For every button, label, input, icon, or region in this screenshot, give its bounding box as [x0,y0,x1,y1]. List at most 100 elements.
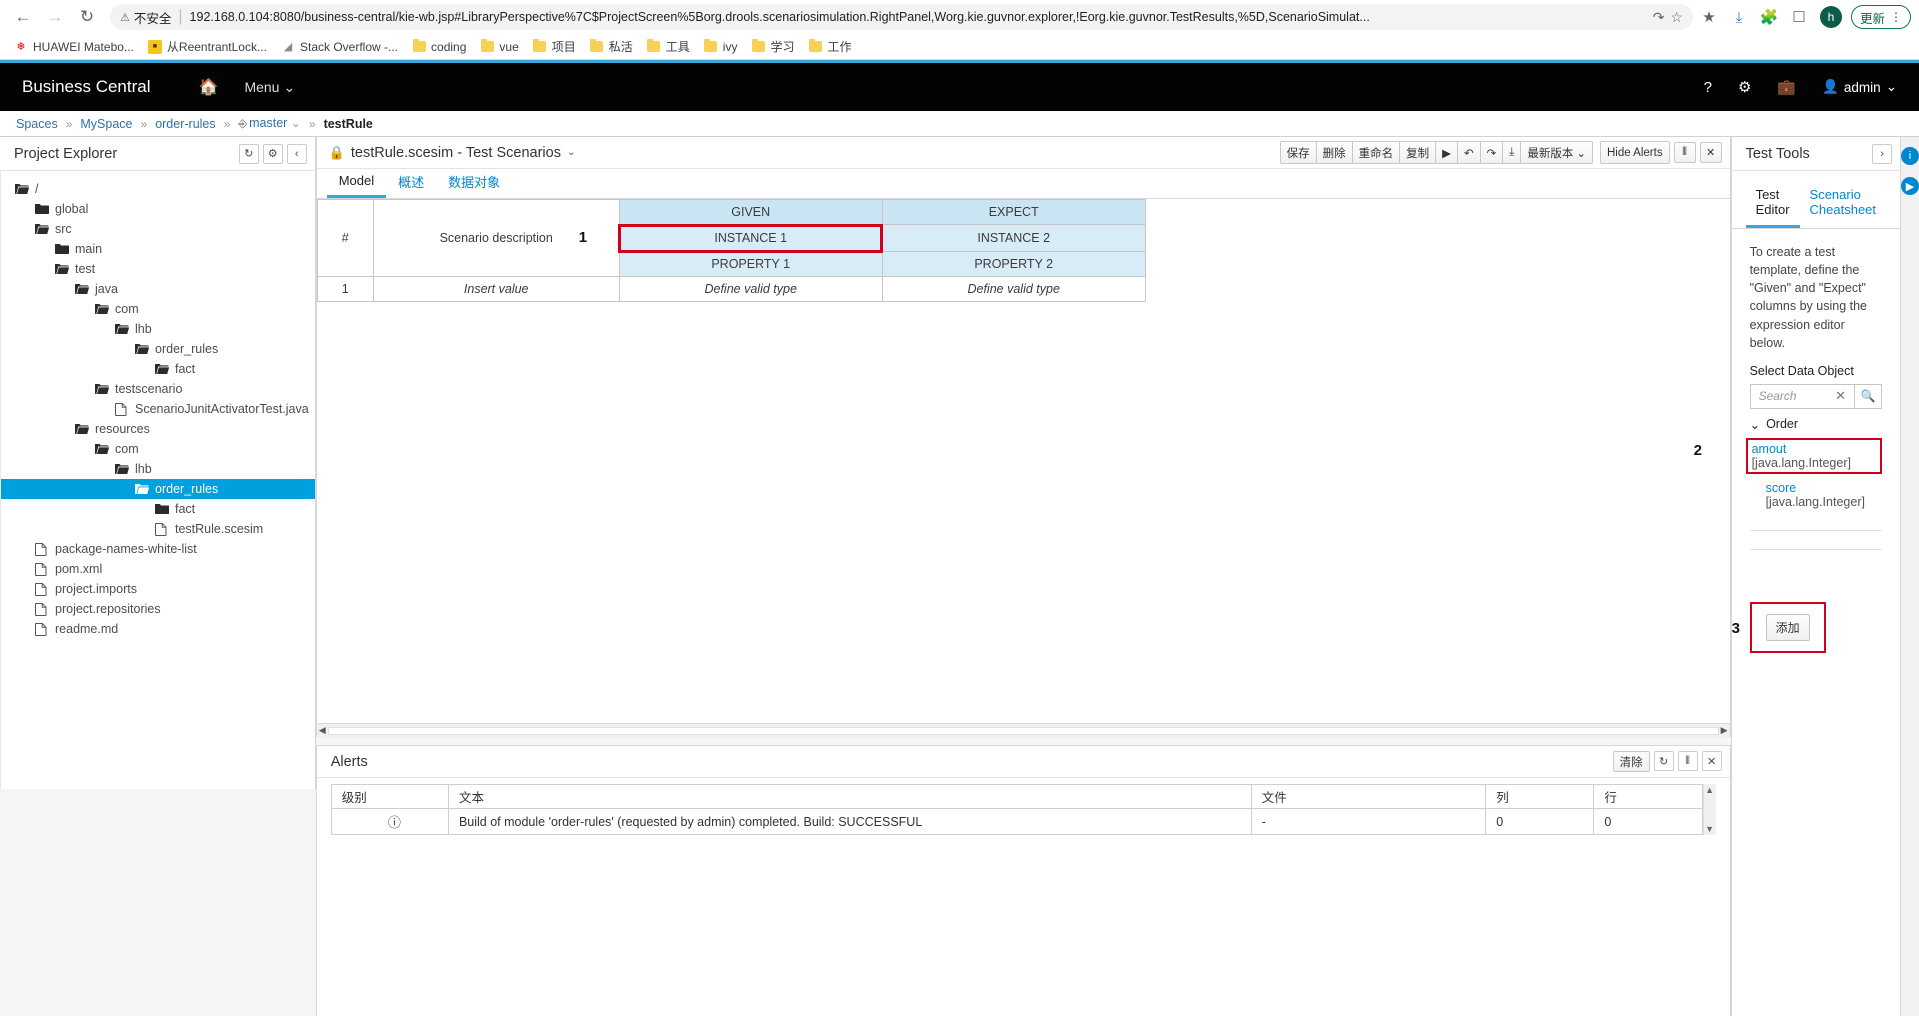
tab-model[interactable]: Model [327,169,386,198]
bookmark-item[interactable]: ❄HUAWEI Matebo... [8,38,140,56]
home-icon[interactable]: 🏠 [199,77,219,97]
tab-data-objects[interactable]: 数据对象 [436,168,512,198]
tab-test-editor[interactable]: Test Editor [1746,183,1800,228]
share-icon[interactable]: ↷ [1653,9,1665,26]
bookmark-star-icon[interactable]: ☆ [1670,9,1683,26]
bookmark-item[interactable]: vue [474,38,524,56]
breadcrumb-item-myspace[interactable]: MySpace [80,117,132,131]
scroll-right-arrow[interactable]: ▶ [1721,725,1728,736]
user-menu[interactable]: 👤 admin ⌄ [1822,79,1897,95]
tree-item-project.imports[interactable]: project.imports [1,579,315,599]
tree-item-testscenario[interactable]: testscenario [1,379,315,399]
tree-item-scenariojunitactivatortest.java[interactable]: ScenarioJunitActivatorTest.java [1,399,315,419]
update-button[interactable]: 更新 ⋮ [1851,5,1911,29]
alerts-vertical-scrollbar[interactable]: ▲ ▼ [1703,784,1716,835]
data-object-field-score[interactable]: score [java.lang.Integer] [1750,478,1882,512]
grid-group-given[interactable]: GIVEN [619,200,882,225]
add-button[interactable]: 添加 [1766,614,1810,641]
gear-icon[interactable]: ⚙ [1738,78,1751,96]
chevron-down-icon[interactable]: ⌄ [1750,417,1760,432]
gear-icon[interactable]: ⚙ [263,144,283,164]
chevron-down-icon[interactable]: ⌄ [567,147,575,158]
grid-property-1-header[interactable]: PROPERTY 1 [619,252,882,277]
data-object-group-order[interactable]: ⌄ Order [1750,417,1882,432]
rename-button[interactable]: 重命名 [1353,142,1401,163]
breadcrumb-item-spaces[interactable]: Spaces [16,117,58,131]
scroll-left-arrow[interactable]: ◀ [319,725,326,736]
clear-alerts-button[interactable]: 清除 [1613,751,1650,772]
copy-button[interactable]: 复制 [1400,142,1436,163]
close-icon[interactable]: ✕ [1700,142,1722,163]
tree-item-readme.md[interactable]: readme.md [1,619,315,639]
search-button[interactable]: 🔍 [1854,384,1882,409]
hide-alerts-button[interactable]: Hide Alerts [1601,142,1669,163]
bookmark-item[interactable]: 工作 [802,36,857,57]
tab-overview[interactable]: 概述 [386,168,436,198]
play-icon[interactable]: ▶ [1901,177,1919,195]
search-input[interactable]: Search ✕ [1750,384,1854,409]
grid-cell-given[interactable]: Define valid type [619,277,882,302]
bookmark-item[interactable]: ◢Stack Overflow -... [275,38,404,56]
tree-item-order_rules[interactable]: order_rules [1,339,315,359]
breadcrumb-item-order-rules[interactable]: order-rules [155,117,215,131]
grid-group-expect[interactable]: EXPECT [882,200,1145,225]
delete-button[interactable]: 删除 [1317,142,1353,163]
tree-item-lhb[interactable]: lhb [1,459,315,479]
tree-item-com[interactable]: com [1,299,315,319]
tree-item-fact[interactable]: fact [1,499,315,519]
profile-avatar[interactable]: h [1820,6,1842,28]
data-object-field-amout[interactable]: amout [java.lang.Integer] [1746,438,1882,474]
grid-instance-1-header[interactable]: INSTANCE 1 [619,225,882,252]
grid-instance-2-header[interactable]: INSTANCE 2 [882,225,1145,252]
tree-item-testrule.scesim[interactable]: testRule.scesim [1,519,315,539]
tree-item-src[interactable]: src [1,219,315,239]
star-filled-icon[interactable]: ★ [1695,3,1723,31]
grid-property-2-header[interactable]: PROPERTY 2 [882,252,1145,277]
tree-item-project.repositories[interactable]: project.repositories [1,599,315,619]
tree-item--[interactable]: / [1,179,315,199]
extensions-icon[interactable]: 🧩 [1755,3,1783,31]
app-brand[interactable]: Business Central [22,77,151,97]
chevron-left-icon[interactable]: ‹ [287,144,307,164]
tree-item-global[interactable]: global [1,199,315,219]
tree-item-test[interactable]: test [1,259,315,279]
expand-icon[interactable]: ⫴ [1674,142,1696,163]
chevron-right-icon[interactable]: › [1872,144,1892,164]
bookmark-item[interactable]: 工具 [641,36,696,57]
scroll-down-arrow[interactable]: ▼ [1705,824,1714,834]
tree-item-com[interactable]: com [1,439,315,459]
downloads-icon[interactable]: ⤓ [1725,3,1753,31]
sidepanel-icon[interactable]: ☐ [1785,3,1813,31]
tree-item-order_rules[interactable]: order_rules [1,479,315,499]
grid-cell-description[interactable]: Insert value [373,277,619,302]
grid-cell-expect[interactable]: Define valid type [882,277,1145,302]
address-bar[interactable]: ⚠ 不安全 | 192.168.0.104:8080/business-cent… [110,4,1693,30]
question-icon[interactable]: ? [1704,79,1712,96]
tree-item-lhb[interactable]: lhb [1,319,315,339]
tree-item-pom.xml[interactable]: pom.xml [1,559,315,579]
run-button[interactable]: ▶ [1436,142,1458,163]
briefcase-icon[interactable]: 💼 [1777,78,1796,96]
bookmark-item[interactable]: 学习 [745,36,800,57]
tree-item-package-names-white-list[interactable]: package-names-white-list [1,539,315,559]
back-button[interactable]: ← [8,2,38,32]
undo-button[interactable]: ↶ [1458,142,1481,163]
breadcrumb-item-branch[interactable]: ⎆master ⌄ [238,116,301,131]
version-dropdown[interactable]: 最新版本 ⌄ [1521,142,1592,163]
tab-scenario-cheatsheet[interactable]: Scenario Cheatsheet [1800,183,1887,228]
bookmark-item[interactable]: 私活 [584,36,639,57]
scroll-up-arrow[interactable]: ▲ [1705,785,1714,795]
tree-item-java[interactable]: java [1,279,315,299]
kebab-menu-icon[interactable]: ⋮ [1890,10,1902,24]
bookmark-item[interactable]: coding [406,38,472,56]
close-icon[interactable]: ✕ [1835,388,1846,404]
reload-button[interactable]: ↻ [72,2,102,32]
close-icon[interactable]: ✕ [1702,751,1722,771]
bookmark-item[interactable]: ivy [698,38,744,56]
refresh-icon[interactable]: ↻ [239,144,259,164]
forward-button[interactable]: → [40,2,70,32]
tree-item-main[interactable]: main [1,239,315,259]
refresh-icon[interactable]: ↻ [1654,751,1674,771]
info-icon[interactable]: i [1901,147,1919,165]
tree-item-resources[interactable]: resources [1,419,315,439]
